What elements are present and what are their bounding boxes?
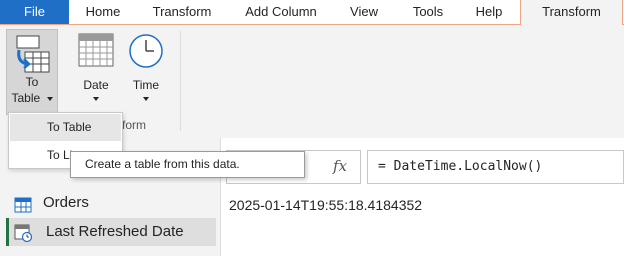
date-button[interactable]: Date (72, 31, 120, 111)
fx-icon[interactable]: fx (333, 157, 347, 175)
formula-input[interactable]: = DateTime.LocalNow() (367, 150, 624, 184)
query-label: Last Refreshed Date (46, 223, 184, 240)
to-table-label-line1: To (25, 75, 39, 89)
time-button[interactable]: Time (124, 31, 168, 111)
tab-tools[interactable]: Tools (402, 0, 454, 25)
time-label: Time (132, 78, 160, 92)
clock-icon (127, 31, 165, 69)
ribbon-group-label: form (122, 118, 146, 132)
to-table-button[interactable]: To Table (6, 29, 58, 115)
query-item-last-refreshed-date[interactable]: Last Refreshed Date (6, 218, 216, 246)
result-value: 2025-01-14T19:55:18.4184352 (229, 197, 423, 213)
query-label: Orders (43, 194, 89, 211)
menu-item-to-table[interactable]: To Table (10, 114, 121, 141)
tab-context-transform[interactable]: Transform (520, 0, 623, 25)
tooltip: Create a table from this data. (70, 151, 305, 178)
table-icon (14, 195, 32, 213)
query-item-orders[interactable]: Orders (6, 189, 216, 217)
tab-file[interactable]: File (0, 0, 69, 25)
tab-transform[interactable]: Transform (140, 0, 224, 25)
to-table-label-line2: Table (11, 91, 41, 105)
chevron-down-icon (93, 97, 99, 101)
tab-view[interactable]: View (340, 0, 388, 25)
calendar-icon (77, 31, 115, 69)
tab-add-column[interactable]: Add Column (236, 0, 326, 25)
tab-home[interactable]: Home (74, 0, 132, 25)
chevron-down-icon (46, 96, 53, 101)
to-table-icon (13, 34, 51, 74)
chevron-down-icon (143, 97, 149, 101)
date-label: Date (83, 78, 109, 92)
tab-help[interactable]: Help (466, 0, 512, 25)
ribbon-tab-bar: File Home Transform Add Column View Tool… (0, 0, 624, 25)
calendar-clock-icon (14, 224, 33, 243)
ribbon-group-divider (180, 31, 181, 131)
